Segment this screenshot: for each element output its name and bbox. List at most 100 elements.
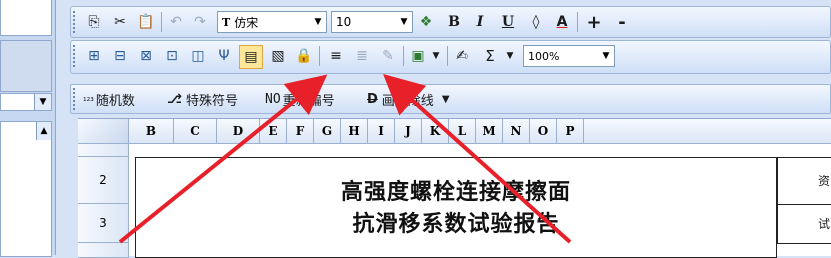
copy-format-icon[interactable]: ⎘ — [83, 11, 105, 33]
merge-cells-icon[interactable]: ▤ — [239, 45, 263, 69]
renumber-icon: NO — [265, 91, 281, 107]
insert-button[interactable]: + — [583, 11, 605, 33]
paste-icon[interactable]: 📋 — [135, 11, 157, 33]
scroll-up-icon[interactable]: ▲ — [36, 122, 51, 140]
truetype-icon: T — [222, 15, 231, 29]
cut-icon[interactable]: ✂ — [109, 11, 131, 33]
table-toolbar: ⊞ ⊟ ⊠ ⊡ ◫ Ψ ▤ ▧ 🔒 ≡ ≣ ✎ ▣ ▼ ✍ Σ ▼ 100% ▼ — [70, 40, 831, 74]
undo-icon[interactable]: ↶ — [165, 11, 187, 33]
unmerge-cells-icon[interactable]: ▧ — [267, 45, 289, 67]
column-header-bar: B C D E F G H I J K L M N O P — [78, 119, 831, 144]
sum-button[interactable]: Σ — [479, 45, 501, 67]
right-cell[interactable]: 资 — [777, 157, 831, 205]
merge-down-icon[interactable]: Ψ — [213, 45, 235, 67]
column-header[interactable]: K — [422, 119, 449, 143]
chevron-down-icon[interactable]: ▼ — [598, 46, 614, 66]
zoom-value: 100% — [528, 49, 560, 63]
bold-button[interactable]: B — [443, 11, 465, 33]
special-toolbar: ₁₂₃ 随机数 ⎇ 特殊符号 NO 重新编号 D 画删除线 ▼ — [70, 84, 831, 114]
strikethrough-icon: D — [367, 91, 378, 107]
font-name-value: 仿宋 — [234, 15, 259, 30]
toolbar-grip[interactable] — [73, 45, 78, 67]
separator — [447, 46, 448, 66]
split-cell-icon[interactable]: ◫ — [187, 45, 209, 67]
column-header[interactable]: N — [503, 119, 530, 143]
right-cell-text: 试 — [818, 217, 831, 231]
chevron-down-icon[interactable]: ▼ — [34, 94, 51, 110]
left-task-pane: ▼ ▲ — [0, 0, 56, 257]
title-merged-cell[interactable]: 高强度螺栓连接摩擦面 抗滑移系数试验报告 — [135, 157, 777, 258]
pane-dropdown[interactable]: ▼ — [0, 93, 52, 111]
delete-row-icon[interactable]: ⊠ — [135, 45, 157, 67]
spreadsheet-grid[interactable]: B C D E F G H I J K L M N O P 2 3 高强度螺栓连… — [78, 118, 831, 258]
row-header[interactable]: 3 — [78, 204, 129, 243]
renumber-button[interactable]: NO 重新编号 — [265, 88, 359, 110]
right-cell[interactable]: 试 — [777, 204, 831, 244]
column-header[interactable]: E — [260, 119, 287, 143]
column-header[interactable]: D — [217, 119, 260, 143]
chevron-down-icon[interactable]: ▼ — [396, 12, 412, 32]
separator — [403, 46, 404, 66]
row-header[interactable] — [78, 243, 129, 258]
report-title-line2: 抗滑移系数试验报告 — [352, 211, 560, 237]
column-header[interactable]: L — [449, 119, 476, 143]
style-icon[interactable]: ❖ — [415, 11, 437, 33]
chevron-down-icon[interactable]: ▼ — [503, 45, 517, 67]
chevron-down-icon[interactable]: ▼ — [442, 94, 450, 105]
row-header[interactable] — [78, 144, 129, 157]
column-header[interactable]: F — [287, 119, 314, 143]
underline-button[interactable]: U — [497, 11, 519, 33]
chevron-down-icon[interactable]: ▼ — [429, 45, 443, 67]
select-all-corner[interactable] — [78, 119, 129, 143]
column-header[interactable]: C — [174, 119, 217, 143]
column-header[interactable]: I — [368, 119, 395, 143]
chevron-down-icon[interactable]: ▼ — [310, 12, 326, 32]
strike-label: 画删除线 — [381, 93, 434, 109]
minus-icon[interactable]: - — [611, 11, 633, 33]
column-header[interactable]: P — [557, 119, 584, 143]
lock-icon[interactable]: 🔒 — [293, 45, 315, 67]
bullet-list-icon[interactable]: ≣ — [351, 45, 373, 67]
random-number-button[interactable]: ₁₂₃ 随机数 — [83, 88, 153, 110]
font-size-select[interactable]: 10 ▼ — [331, 11, 413, 33]
toolbar-grip[interactable] — [73, 11, 78, 33]
font-color-button[interactable]: A — [551, 11, 573, 33]
edit-formula-icon[interactable]: ✍ — [451, 45, 473, 67]
redo-icon[interactable]: ↷ — [189, 11, 211, 33]
symbol-icon: ⎇ — [167, 91, 182, 107]
numbered-list-icon[interactable]: ≡ — [325, 45, 347, 67]
column-header[interactable]: J — [395, 119, 422, 143]
column-header[interactable]: G — [314, 119, 341, 143]
random-icon: ₁₂₃ — [83, 94, 94, 104]
column-header[interactable]: M — [476, 119, 503, 143]
strikethrough-button[interactable]: D 画删除线 ▼ — [367, 88, 487, 110]
toolbar-grip[interactable] — [73, 88, 78, 110]
column-header[interactable]: H — [341, 119, 368, 143]
column-header[interactable]: B — [129, 119, 174, 143]
italic-button[interactable]: I — [469, 11, 491, 33]
formatting-toolbar: ⎘ ✂ 📋 ↶ ↷ T 仿宋 ▼ 10 ▼ ❖ B I U ◊ A + - — [70, 6, 831, 38]
separator — [319, 46, 320, 66]
special-label: 特殊符号 — [185, 93, 238, 109]
renumber-label: 重新编号 — [282, 93, 335, 109]
pane-block-middle — [0, 40, 52, 92]
separator — [577, 12, 578, 32]
special-symbol-button[interactable]: ⎇ 特殊符号 — [167, 88, 261, 110]
font-name-select[interactable]: T 仿宋 ▼ — [217, 11, 327, 33]
column-header[interactable]: O — [530, 119, 557, 143]
fill-color-icon[interactable]: ◊ — [525, 11, 547, 33]
right-cell-text: 资 — [818, 174, 831, 188]
random-label: 随机数 — [95, 93, 135, 109]
pane-block-top — [0, 0, 52, 36]
separator — [161, 12, 162, 32]
row-header[interactable]: 2 — [78, 157, 129, 204]
report-title-line1: 高强度螺栓连接摩擦面 — [340, 179, 571, 205]
chart-icon[interactable]: ▣ — [407, 45, 429, 67]
format-brush-icon[interactable]: ✎ — [377, 45, 399, 67]
insert-col-icon[interactable]: ⊟ — [109, 45, 131, 67]
insert-row-icon[interactable]: ⊞ — [83, 45, 105, 67]
font-size-value: 10 — [336, 15, 352, 29]
pane-list: ▲ — [0, 121, 52, 257]
zoom-select[interactable]: 100% ▼ — [523, 45, 615, 67]
delete-col-icon[interactable]: ⊡ — [161, 45, 183, 67]
